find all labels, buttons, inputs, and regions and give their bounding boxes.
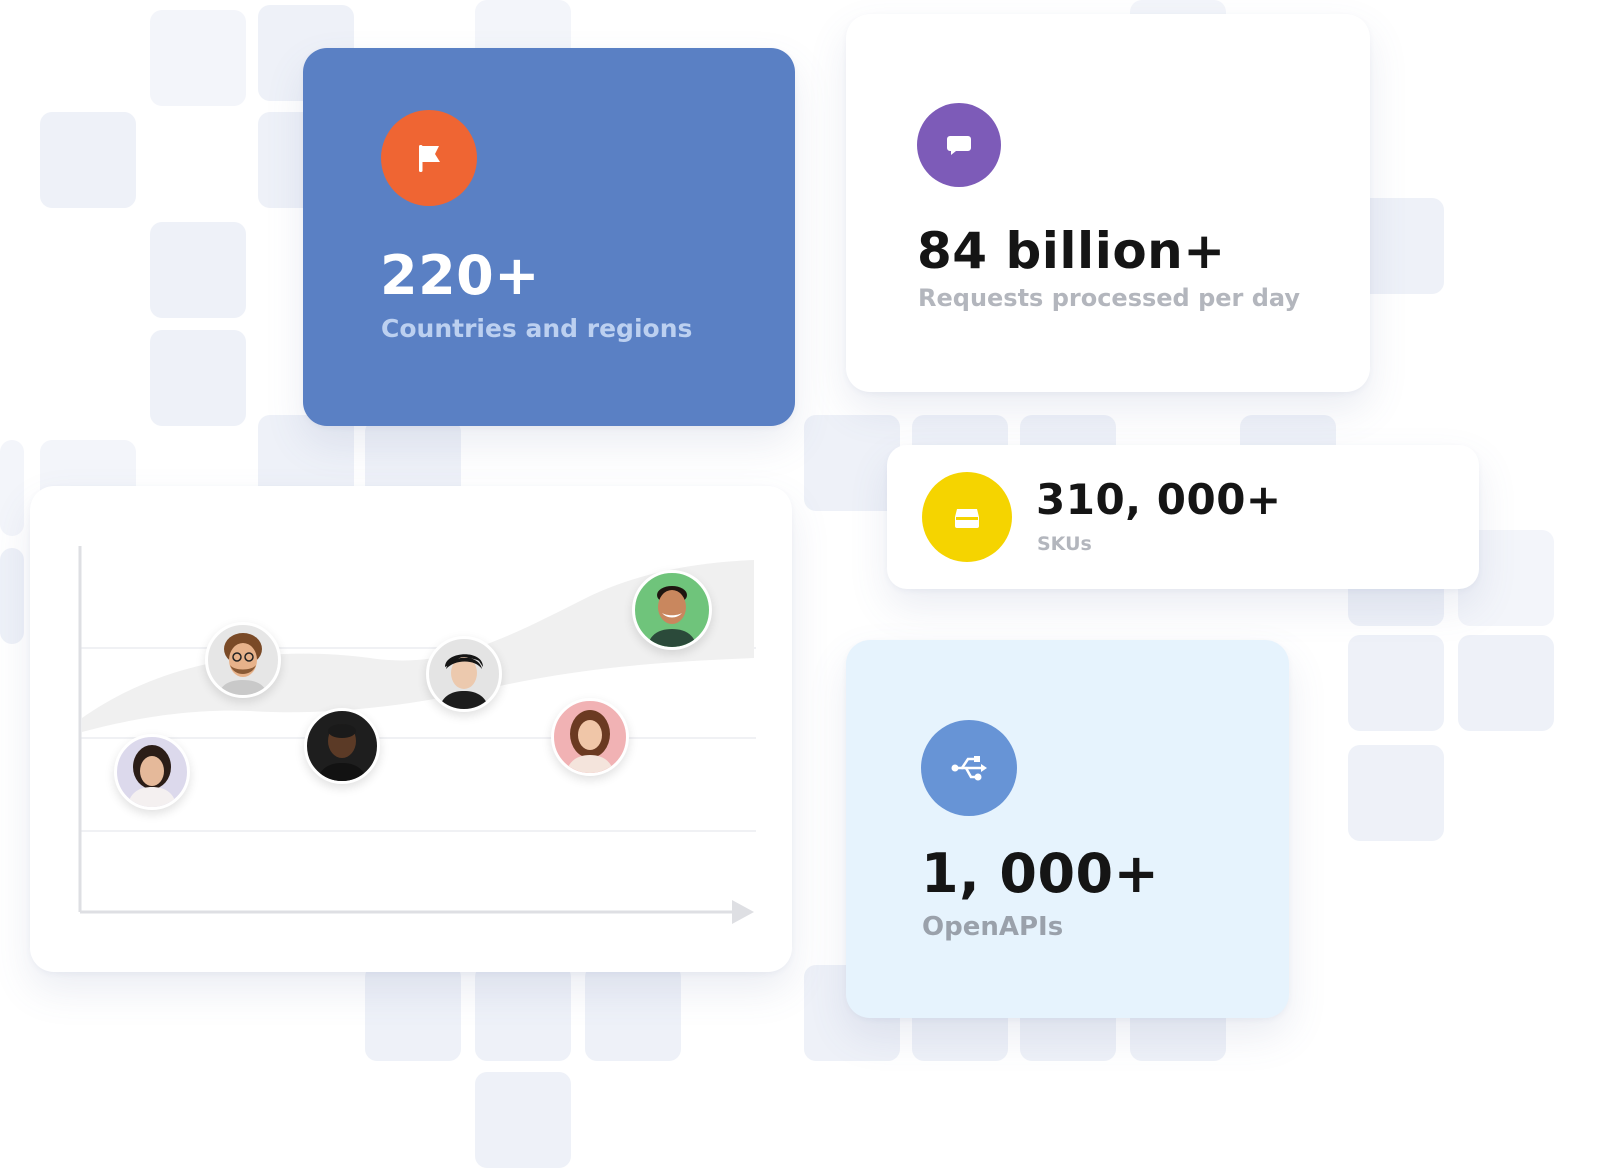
box-icon-circle [922, 472, 1012, 562]
usb-icon-circle [921, 720, 1017, 816]
countries-label: Countries and regions [381, 314, 693, 343]
avatar-man-glasses [205, 622, 281, 698]
countries-value: 220+ [380, 244, 540, 307]
chart-card [30, 486, 792, 972]
requests-label: Requests processed per day [918, 284, 1301, 312]
skus-card: 310, 000+ SKUs [887, 445, 1479, 589]
flag-icon-circle [381, 110, 477, 206]
openapis-label: OpenAPIs [922, 912, 1064, 942]
avatar-man-green [632, 570, 712, 650]
openapis-card: 1, 000+ OpenAPIs [846, 640, 1289, 1018]
skus-label: SKUs [1037, 533, 1092, 555]
growth-chart [78, 546, 756, 924]
avatar-man-asian [426, 636, 502, 712]
requests-value: 84 billion+ [917, 222, 1226, 280]
chat-icon-circle [917, 103, 1001, 187]
openapis-value: 1, 000+ [921, 842, 1160, 905]
avatar-man-dark [304, 708, 380, 784]
flag-icon [419, 145, 440, 172]
chat-bubble-icon [947, 136, 971, 155]
avatar-woman-2 [551, 698, 629, 776]
box-icon [955, 509, 979, 528]
usb-icon [951, 756, 987, 781]
skus-value: 310, 000+ [1036, 475, 1282, 524]
x-axis-arrow-icon [732, 900, 754, 924]
avatar-woman-1 [114, 734, 190, 810]
requests-card: 84 billion+ Requests processed per day [846, 14, 1370, 392]
countries-card: 220+ Countries and regions [303, 48, 795, 426]
